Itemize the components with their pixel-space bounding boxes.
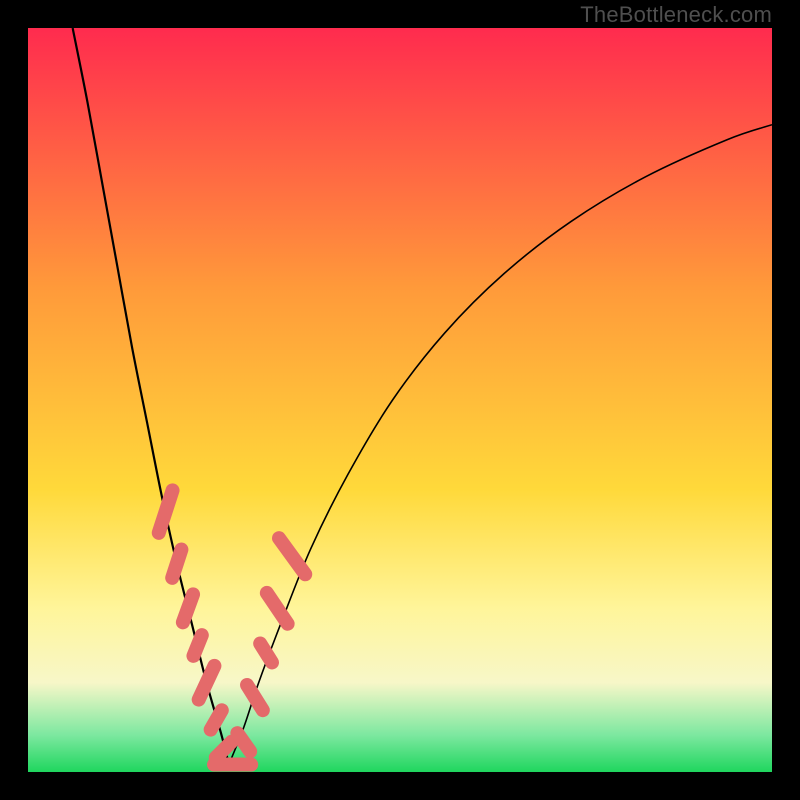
bead-marker xyxy=(207,758,258,772)
chart-frame: TheBottleneck.com xyxy=(0,0,800,800)
highlight-beads xyxy=(150,482,315,772)
bead-marker xyxy=(257,583,297,633)
bead-marker xyxy=(237,675,272,720)
curve-layer xyxy=(28,28,772,772)
bead-marker xyxy=(163,541,190,587)
bead-marker xyxy=(189,657,223,709)
curve-left-branch xyxy=(73,28,229,765)
bead-marker xyxy=(184,626,211,665)
plot-area xyxy=(28,28,772,772)
curve-right-branch xyxy=(229,125,772,765)
bead-marker xyxy=(150,482,181,542)
watermark-text: TheBottleneck.com xyxy=(580,2,772,28)
bead-marker xyxy=(201,701,231,739)
bead-marker xyxy=(251,634,282,672)
bead-marker xyxy=(174,585,202,631)
